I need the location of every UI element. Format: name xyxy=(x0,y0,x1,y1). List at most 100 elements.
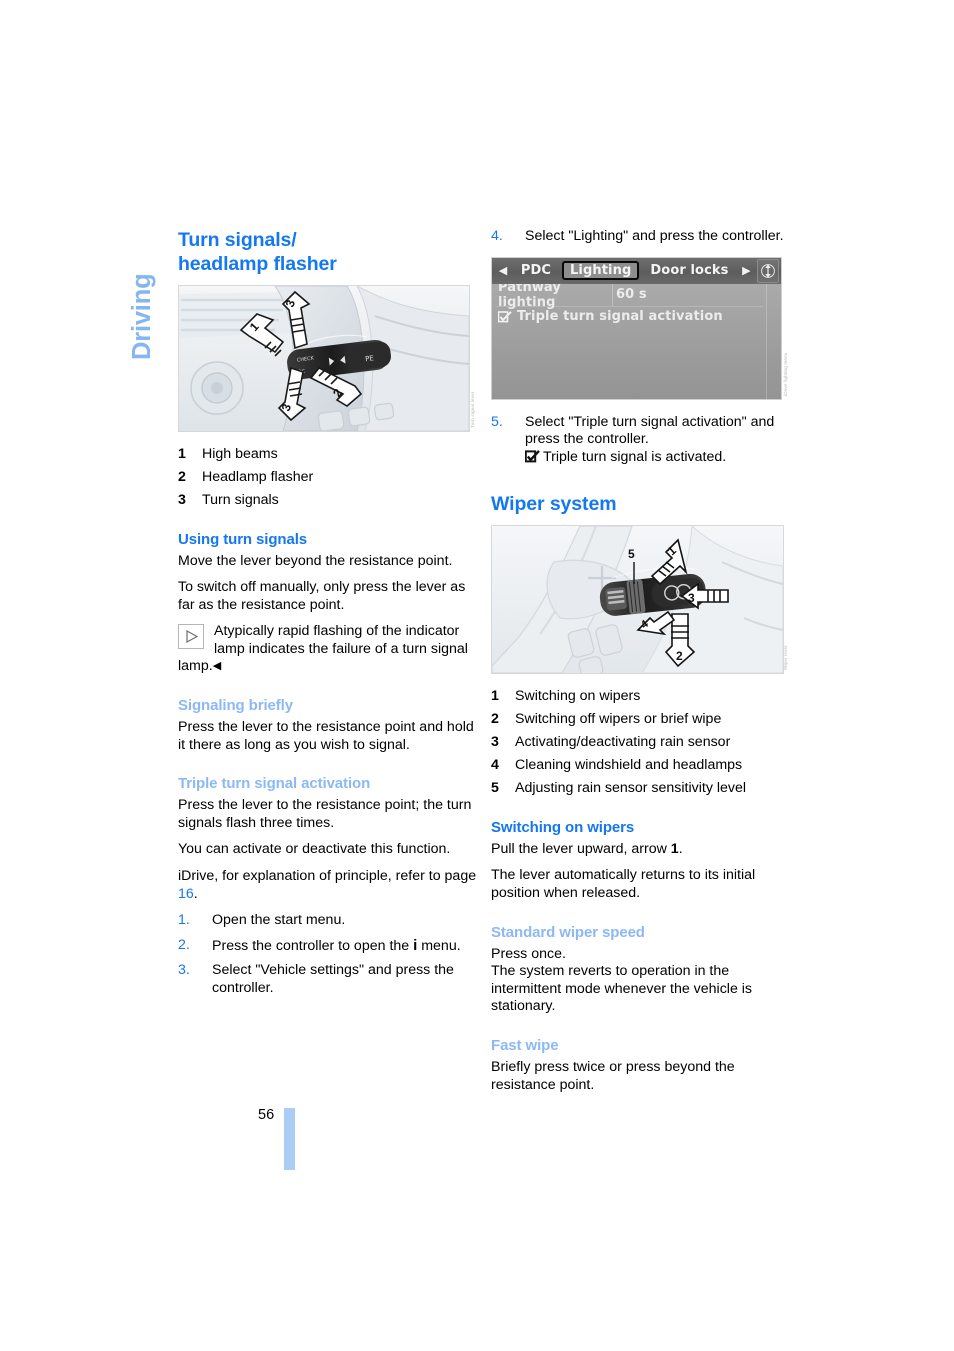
legend-number: 4 xyxy=(491,757,499,774)
paragraph: Press the lever to the resistance point;… xyxy=(178,797,472,831)
step-text: Select "Vehicle settings" and press the … xyxy=(212,962,454,996)
step-text-line1: Select "Triple turn signal activation" a… xyxy=(525,413,775,430)
checkbox-checked-icon[interactable] xyxy=(497,310,512,323)
step-number: 4. xyxy=(491,228,503,244)
legend-label: Switching off wipers or brief wipe xyxy=(515,711,722,728)
right-arrow-icon[interactable]: ▶ xyxy=(737,261,755,281)
lighting-step-5: 5. Select "Triple turn signal activation… xyxy=(491,414,791,467)
page-ref-suffix: . xyxy=(193,885,198,902)
wiper-lever-image: 1 2 3 4 5 xyxy=(491,525,784,675)
legend-label: Cleaning windshield and headlamps xyxy=(515,757,743,774)
step-number: 1. xyxy=(178,912,190,929)
list-item: 3. Select "Vehicle settings" and press th… xyxy=(178,962,478,997)
figure-credit: Turn signal lever xyxy=(470,391,475,429)
list-item: 1 Switching on wipers xyxy=(491,688,791,706)
list-item: 2. Press the controller to open the i men… xyxy=(178,937,478,956)
folio-accent-bar xyxy=(284,1108,295,1170)
idrive-row-separator xyxy=(496,305,763,307)
tab-lighting[interactable]: Lighting xyxy=(562,261,640,281)
idrive-row-value: 60 s xyxy=(616,287,647,303)
paragraph: The lever automatically returns to its i… xyxy=(491,867,756,902)
step-text: Open the start menu. xyxy=(212,912,346,929)
legend-label: Switching on wipers xyxy=(515,688,641,705)
note-end-mark: ◀ xyxy=(212,660,222,673)
wiper-lever-figure: 1 2 3 4 5 Wiper lever xyxy=(491,525,791,675)
triple-turn-signal-steps: 1. Open the start menu. 2. Press the contr… xyxy=(178,912,478,997)
legend-number: 2 xyxy=(178,469,186,485)
heading-triple-turn-signal: Triple turn signal activation xyxy=(178,775,371,793)
list-item: 3 Turn signals xyxy=(178,492,478,510)
legend-number: 3 xyxy=(491,734,499,751)
step-text-before: Press the controller to open the xyxy=(212,937,414,954)
page-title-line1: Turn signals/ xyxy=(178,229,297,251)
paragraph-page-reference: iDrive, for explanation of principle, re… xyxy=(178,868,478,903)
heading-switching-on-wipers: Switching on wipers xyxy=(491,818,635,836)
list-item: 5 Adjusting rain sensor sensitivity level xyxy=(491,780,791,798)
turn-signal-legend: 1 High beams 2 Headlamp flasher 3 Turn sign… xyxy=(178,446,478,510)
legend-number: 1 xyxy=(178,446,186,462)
paragraph: Press the lever to the resistance point … xyxy=(178,719,474,753)
list-item: 4 Cleaning windshield and headlamps xyxy=(491,757,791,775)
right-column: 4. Select "Lighting" and press the contro… xyxy=(491,228,791,1103)
step-result-text: Triple turn signal is activated. xyxy=(543,448,727,465)
list-item: 2 Switching off wipers or brief wipe xyxy=(491,711,791,729)
svg-text:3: 3 xyxy=(688,591,695,605)
idrive-row-pathway-lighting[interactable]: Pathway lighting 60 s xyxy=(492,280,781,310)
idrive-screen-figure: ◀ PDC Lighting Door locks ▶ Pathway ligh… xyxy=(491,256,791,400)
list-item: 3 Activating/deactivating rain sensor xyxy=(491,734,791,752)
step-text-after: menu. xyxy=(417,937,461,954)
left-arrow-icon[interactable]: ◀ xyxy=(494,261,512,281)
list-item: 5. Select "Triple turn signal activation… xyxy=(491,414,791,467)
left-column: Turn signals/ headlamp flasher CHECK PE … xyxy=(178,228,478,1005)
list-item: 1 High beams xyxy=(178,446,478,464)
step-text-line2: press the controller. xyxy=(525,431,649,448)
legend-label: High beams xyxy=(202,446,278,462)
page-title-line2: headlamp flasher xyxy=(178,253,337,275)
note-tail-text: lamp. xyxy=(178,658,213,675)
step-number: 3. xyxy=(178,962,190,979)
manual-page: Driving Turn signals/ headlamp flasher C… xyxy=(0,0,954,1351)
paragraph: Move the lever beyond the resistance poi… xyxy=(178,552,453,569)
paragraph: To switch off manually, only press the l… xyxy=(178,579,466,613)
step-number: 2. xyxy=(178,936,190,953)
heading-signaling-briefly: Signaling briefly xyxy=(178,697,293,715)
note-triangle-icon xyxy=(178,624,204,650)
paragraph: You can activate or deactivate this func… xyxy=(178,841,451,858)
idrive-screen: ◀ PDC Lighting Door locks ▶ Pathway ligh… xyxy=(491,256,782,400)
heading-standard-wiper-speed: Standard wiper speed xyxy=(491,923,645,941)
turn-signal-lever-image: CHECK BC PE xyxy=(178,285,470,432)
step-number: 5. xyxy=(491,413,503,430)
legend-number: 2 xyxy=(491,711,499,728)
tab-pdc[interactable]: PDC xyxy=(512,261,560,280)
paragraph: Briefly press twice or press beyond the … xyxy=(491,1059,735,1093)
chapter-tab: Driving xyxy=(122,228,162,368)
figure-credit: Wiper lever xyxy=(783,645,788,671)
legend-label: Headlamp flasher xyxy=(202,469,314,485)
legend-label: Turn signals xyxy=(202,492,279,508)
heading-using-turn-signals: Using turn signals xyxy=(178,530,308,548)
legend-number: 5 xyxy=(491,780,499,797)
arrow-ref-number: 1 xyxy=(670,840,679,857)
wiper-lever-illustration: 1 2 3 4 5 xyxy=(492,526,783,674)
svg-text:5: 5 xyxy=(628,547,635,561)
scroll-updown-icon[interactable] xyxy=(757,258,779,283)
figure-credit: iDrive lighting menu xyxy=(783,352,788,396)
lighting-step-4: 4. Select "Lighting" and press the contro… xyxy=(491,228,791,246)
note-text: Atypically rapid flashing of the indicat… xyxy=(214,623,468,657)
note-block: Atypically rapid flashing of the indicat… xyxy=(178,623,478,676)
page-number: 56 xyxy=(258,1107,275,1123)
turn-signal-lever-figure: CHECK BC PE xyxy=(178,285,478,432)
note-tail: lamp.◀ xyxy=(178,658,478,676)
tab-door-locks[interactable]: Door locks xyxy=(641,261,737,280)
idrive-row-label: Triple turn signal activation xyxy=(517,309,723,325)
legend-label: Adjusting rain sensor sensitivity level xyxy=(515,780,747,797)
svg-text:2: 2 xyxy=(676,649,683,663)
checkbox-checked-icon xyxy=(525,449,540,463)
list-item: 4. Select "Lighting" and press the contro… xyxy=(491,228,791,246)
idrive-row-triple-turn-signal[interactable]: Triple turn signal activation xyxy=(492,306,781,328)
chapter-tab-label: Driving xyxy=(128,273,156,360)
heading-wiper-system: Wiper system xyxy=(491,493,617,516)
page-reference-link[interactable]: 16 xyxy=(178,886,194,902)
arrow-ref-prefix: Pull the lever upward, arrow xyxy=(491,840,671,857)
paragraph-arrow-reference: Pull the lever upward, arrow 1. xyxy=(491,841,791,859)
